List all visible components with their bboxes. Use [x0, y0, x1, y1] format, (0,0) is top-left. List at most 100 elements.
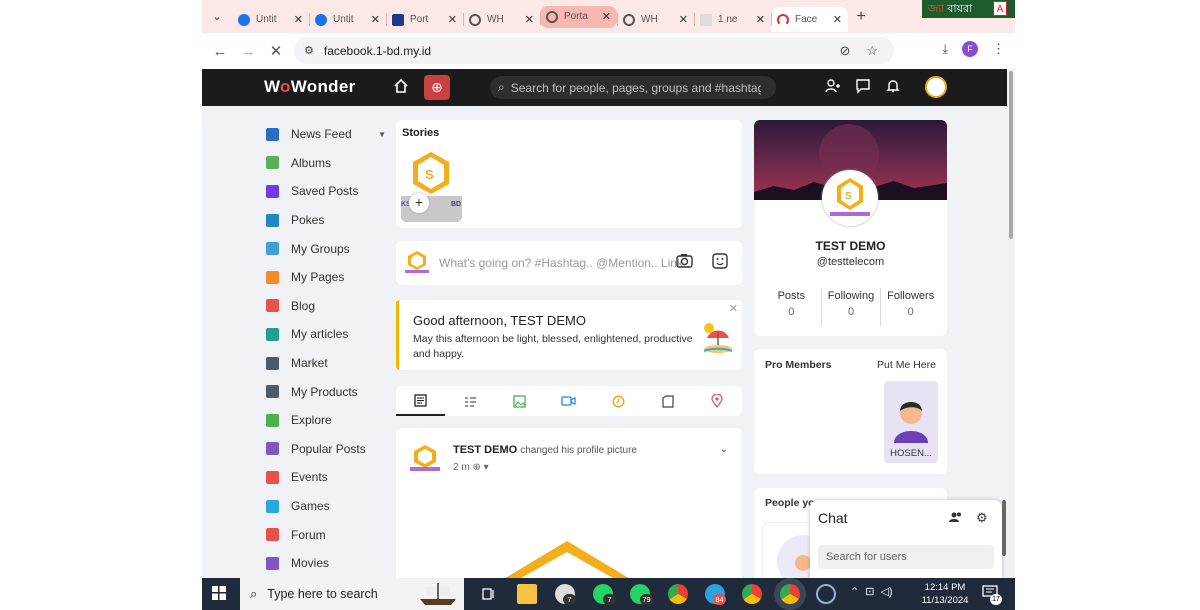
sidebar-item-events[interactable]: Events [266, 463, 386, 492]
back-button[interactable]: ← [206, 43, 234, 60]
stat-following[interactable]: Following 0 [820, 288, 881, 326]
sticker-icon[interactable] [712, 253, 728, 273]
acrobat-icon[interactable]: A [993, 1, 1007, 16]
tab-all-posts-icon[interactable] [396, 386, 446, 416]
browser-tab[interactable]: WH ✕ [617, 7, 694, 32]
sidebar-item-albums[interactable]: Albums [266, 149, 386, 178]
tab-location-icon[interactable] [693, 386, 742, 416]
put-me-here-link[interactable]: Put Me Here [877, 359, 936, 371]
tray-expand-icon[interactable]: ⌃ [850, 585, 859, 598]
sidebar-item-explore[interactable]: Explore [266, 406, 386, 435]
tab-search-button[interactable]: ⌄ [202, 10, 232, 23]
close-tab-icon[interactable]: ✕ [525, 13, 534, 26]
tray-network-icon[interactable]: ⊡ [865, 585, 874, 598]
add-user-icon[interactable] [948, 511, 964, 526]
sidebar-item-my-pages[interactable]: My Pages [266, 263, 386, 292]
browser-tab[interactable]: Untit ✕ [309, 7, 386, 32]
profile-avatar[interactable]: S [822, 170, 878, 226]
taskbar-clock[interactable]: 12:14 PM 11/13/2024 [917, 581, 973, 607]
sidebar-item-pokes[interactable]: Pokes [266, 206, 386, 235]
publisher-input[interactable]: What's going on? #Hashtag.. @Mention.. L… [439, 256, 690, 270]
sidebar-item-market[interactable]: Market [266, 349, 386, 378]
messages-icon[interactable] [855, 78, 871, 99]
tray-volume-icon[interactable]: ◁) [880, 585, 892, 598]
post-author-name[interactable]: TEST DEMO [453, 444, 517, 456]
close-tab-icon[interactable]: ✕ [602, 10, 611, 23]
profile-avatar[interactable]: F [962, 41, 978, 57]
chrome-icon[interactable] [742, 584, 762, 604]
create-button[interactable]: ⊕ [424, 75, 450, 100]
sidebar-item-movies[interactable]: Movies [266, 549, 386, 578]
tab-files-icon[interactable] [643, 386, 692, 416]
site-logo[interactable]: WoWonder [264, 77, 356, 97]
site-search-box[interactable]: ⌕ [490, 76, 776, 99]
tab-photos-icon[interactable] [495, 386, 544, 416]
download-icon[interactable]: ⤓ [942, 41, 948, 57]
windows-start-icon[interactable] [212, 586, 226, 603]
notification-center-icon[interactable]: 17 [982, 585, 1002, 605]
stat-followers[interactable]: Followers 0 [880, 288, 940, 326]
chrome-active-icon[interactable] [780, 584, 800, 604]
file-explorer-icon[interactable] [517, 584, 537, 604]
my-story-tile[interactable]: S KS BD + [401, 148, 462, 222]
sidebar-item-popular-posts[interactable]: Popular Posts [266, 435, 386, 464]
expand-caret-icon[interactable]: ▼ [378, 130, 386, 139]
menu-kebab-icon[interactable]: ⋮ [992, 41, 1005, 57]
eye-off-icon[interactable]: ⊘ [839, 43, 850, 59]
tab-videos-icon[interactable] [544, 386, 593, 416]
profile-name[interactable]: TEST DEMO [754, 239, 947, 253]
tab-text-posts-icon[interactable] [445, 386, 494, 416]
settings-gear-icon[interactable]: ⚙ [976, 510, 988, 526]
address-bar[interactable]: ⚙ facebook.1-bd.my.id ⊘ ☆ [294, 37, 894, 64]
network-app-icon[interactable] [816, 584, 836, 604]
close-icon[interactable]: ✕ [729, 302, 738, 315]
sidebar-item-saved-posts[interactable]: Saved Posts [266, 177, 386, 206]
bookmark-star-icon[interactable]: ☆ [866, 43, 878, 59]
post-options-chevron-icon[interactable]: ⌄ [720, 444, 728, 455]
user-avatar-menu[interactable] [925, 76, 947, 98]
pro-member-tile[interactable]: HOSEN... [884, 381, 938, 463]
chat-search-input[interactable] [818, 545, 994, 569]
home-icon[interactable] [393, 78, 409, 99]
browser-tab[interactable]: WH ✕ [463, 7, 540, 32]
close-tab-icon[interactable]: ✕ [756, 13, 765, 26]
close-tab-icon[interactable]: ✕ [448, 13, 457, 26]
post-image[interactable] [492, 536, 642, 578]
sidebar-item-games[interactable]: Games [266, 492, 386, 521]
friend-requests-icon[interactable] [825, 78, 841, 99]
close-tab-icon[interactable]: ✕ [833, 13, 842, 26]
sidebar-item-my-articles[interactable]: My articles [266, 320, 386, 349]
chat-scroll-thumb[interactable] [1002, 500, 1006, 556]
notifications-bell-icon[interactable] [885, 78, 901, 99]
privacy-caret-icon[interactable]: ▾ [484, 462, 489, 473]
globe-icon[interactable]: ⊕ [472, 462, 480, 473]
stop-loading-button[interactable]: ✕ [262, 42, 290, 60]
close-tab-icon[interactable]: ✕ [294, 13, 303, 26]
post-author-avatar[interactable] [408, 444, 442, 472]
browser-tab[interactable]: Port ✕ [386, 7, 463, 32]
site-info-icon[interactable]: ⚙ [304, 44, 314, 57]
page-scrollbar[interactable] [1007, 69, 1015, 578]
sidebar-item-news-feed[interactable]: News Feed ▼ [266, 120, 386, 149]
close-tab-icon[interactable]: ✕ [371, 13, 380, 26]
sidebar-item-my-products[interactable]: My Products [266, 377, 386, 406]
chrome-icon[interactable] [668, 584, 688, 604]
forward-button[interactable]: → [234, 43, 262, 60]
browser-tab[interactable]: Porta ✕ [540, 5, 617, 28]
sidebar-item-my-groups[interactable]: My Groups [266, 234, 386, 263]
browser-tab[interactable]: Untit ✕ [232, 7, 309, 32]
task-view-icon[interactable] [478, 584, 498, 604]
add-story-button[interactable]: + [409, 193, 429, 213]
browser-tab-active[interactable]: Face ✕ [771, 7, 848, 32]
taskbar-search-box[interactable]: ⌕ Type here to search [240, 578, 464, 610]
page-scrollbar-thumb[interactable] [1009, 71, 1013, 239]
post-time[interactable]: 2 m [453, 462, 470, 473]
sidebar-item-forum[interactable]: Forum [266, 520, 386, 549]
site-search-input[interactable] [510, 80, 761, 95]
sidebar-item-blog[interactable]: Blog [266, 292, 386, 321]
new-tab-button[interactable]: + [848, 8, 874, 26]
tab-music-icon[interactable] [594, 386, 643, 416]
stat-posts[interactable]: Posts 0 [762, 288, 821, 326]
close-tab-icon[interactable]: ✕ [679, 13, 688, 26]
browser-tab[interactable]: 1 ne ✕ [694, 7, 771, 32]
